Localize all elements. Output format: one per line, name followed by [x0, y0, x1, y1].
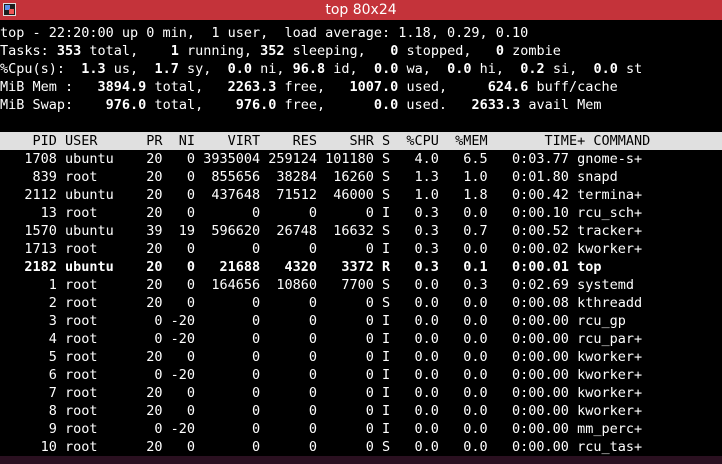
swap-line: MiB Swap: 976.0 total, 976.0 free, 0.0 u…	[0, 97, 602, 113]
table-row: 6 root 0 -20 0 0 0 I 0.0 0.0 0:00.00 kwo…	[0, 367, 643, 383]
cpu-line: %Cpu(s): 1.3 us, 1.7 sy, 0.0 ni, 96.8 id…	[0, 61, 643, 77]
table-row: 10 root 20 0 0 0 0 S 0.0 0.0 0:00.00 rcu…	[0, 439, 643, 455]
terminal-output[interactable]: top - 22:20:00 up 0 min, 1 user, load av…	[0, 24, 722, 456]
title-bar[interactable]: top 80x24	[0, 0, 722, 20]
table-row: 1 root 20 0 164656 10860 7700 S 0.0 0.3 …	[0, 277, 634, 293]
uptime-line: top - 22:20:00 up 0 min, 1 user, load av…	[0, 25, 529, 41]
tasks-line: Tasks: 353 total, 1 running, 352 sleepin…	[0, 43, 561, 59]
table-row: 4 root 0 -20 0 0 0 I 0.0 0.0 0:00.00 rcu…	[0, 331, 643, 347]
table-row: 3 root 0 -20 0 0 0 I 0.0 0.0 0:00.00 rcu…	[0, 313, 626, 329]
mem-line: MiB Mem : 3894.9 total, 2263.3 free, 100…	[0, 79, 618, 95]
table-row: 839 root 20 0 855656 38284 16260 S 1.3 1…	[0, 169, 618, 185]
table-row: 2 root 20 0 0 0 0 S 0.0 0.0 0:00.08 kthr…	[0, 295, 643, 311]
process-table-header: PID USER PR NI VIRT RES SHR S %CPU %MEM …	[0, 132, 722, 150]
table-row: 5 root 20 0 0 0 0 I 0.0 0.0 0:00.00 kwor…	[0, 349, 643, 365]
table-row: 9 root 0 -20 0 0 0 I 0.0 0.0 0:00.00 mm_…	[0, 421, 643, 437]
table-row: 2112 ubuntu 20 0 437648 71512 46000 S 1.…	[0, 187, 643, 203]
table-row: 1713 root 20 0 0 0 0 I 0.3 0.0 0:00.02 k…	[0, 241, 643, 257]
terminal-window[interactable]: top 80x24 top - 22:20:00 up 0 min, 1 use…	[0, 0, 722, 464]
table-row: 1570 ubuntu 39 19 596620 26748 16632 S 0…	[0, 223, 643, 239]
table-row: 1708 ubuntu 20 0 3935004 259124 101180 S…	[0, 151, 643, 167]
table-row: 7 root 20 0 0 0 0 I 0.0 0.0 0:00.00 kwor…	[0, 385, 643, 401]
process-table-body: 1708 ubuntu 20 0 3935004 259124 101180 S…	[0, 150, 722, 456]
bottom-strip	[0, 456, 722, 464]
table-row: 8 root 20 0 0 0 0 I 0.0 0.0 0:00.00 kwor…	[0, 403, 643, 419]
table-row: 13 root 20 0 0 0 0 I 0.3 0.0 0:00.10 rcu…	[0, 205, 643, 221]
window-title: top 80x24	[325, 2, 397, 18]
table-row: 2182 ubuntu 20 0 21688 4320 3372 R 0.3 0…	[0, 259, 602, 275]
